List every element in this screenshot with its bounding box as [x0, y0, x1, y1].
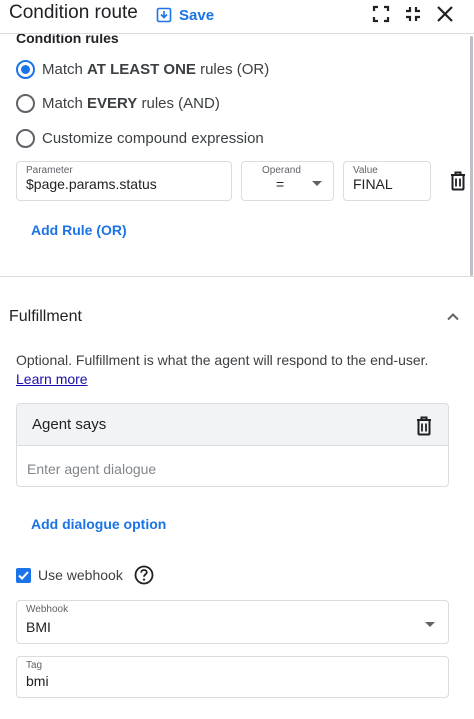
dialog-title: Condition route — [9, 2, 138, 23]
radio-label: Match EVERY rules (AND) — [42, 94, 220, 112]
radio-match-and[interactable]: Match EVERY rules (AND) — [16, 92, 220, 114]
chevron-up-icon[interactable] — [445, 309, 461, 325]
tag-value: bmi — [26, 673, 49, 689]
webhook-value: BMI — [26, 619, 51, 635]
agent-says-card: Agent says Enter agent dialogue — [16, 403, 449, 487]
parameter-label: Parameter — [26, 165, 73, 176]
value-value: FINAL — [353, 176, 393, 192]
radio-button[interactable] — [16, 93, 35, 113]
delete-dialogue-trash-icon[interactable] — [414, 415, 434, 437]
checkmark-icon — [18, 570, 29, 580]
fulfillment-title: Fulfillment — [9, 308, 82, 325]
radio-label: Customize compound expression — [42, 129, 264, 147]
learn-more-link[interactable]: Learn more — [16, 371, 88, 387]
use-webhook-checkbox[interactable] — [16, 567, 31, 583]
operand-value: = — [276, 176, 285, 192]
save-button-label: Save — [179, 6, 215, 24]
dialog-header: Condition route Save — [0, 0, 474, 34]
scrollbar[interactable] — [470, 36, 473, 276]
value-label: Value — [353, 165, 378, 176]
webhook-label: Webhook — [26, 604, 69, 615]
save-icon — [156, 7, 172, 23]
add-dialogue-option-button[interactable]: Add dialogue option — [31, 516, 166, 532]
operand-label: Operand — [262, 165, 301, 176]
fulfillment-description: Optional. Fulfillment is what the agent … — [16, 352, 429, 387]
use-webhook-label: Use webhook — [38, 567, 123, 583]
radio-custom-expression[interactable]: Customize compound expression — [16, 127, 264, 149]
agent-says-header: Agent says — [17, 404, 448, 446]
tag-field[interactable]: Tag bmi — [16, 656, 449, 698]
parameter-field[interactable]: Parameter $page.params.status — [16, 161, 232, 201]
close-icon[interactable] — [434, 3, 456, 25]
chevron-down-icon — [312, 181, 322, 186]
agent-dialogue-input[interactable]: Enter agent dialogue — [27, 461, 156, 477]
value-field[interactable]: Value FINAL — [343, 161, 431, 201]
radio-button[interactable] — [16, 128, 35, 148]
tag-label: Tag — [26, 660, 43, 671]
chevron-down-icon — [425, 622, 435, 627]
radio-button-checked[interactable] — [16, 59, 35, 79]
help-icon[interactable] — [134, 565, 154, 585]
collapse-icon[interactable] — [402, 3, 424, 25]
agent-says-title: Agent says — [32, 416, 107, 433]
fullscreen-icon[interactable] — [370, 3, 392, 25]
radio-label: Match AT LEAST ONE rules (OR) — [42, 60, 270, 78]
operand-select[interactable]: Operand = — [241, 161, 334, 201]
section-divider — [0, 276, 474, 277]
save-button[interactable]: Save — [156, 4, 214, 26]
delete-rule-trash-icon[interactable] — [448, 170, 468, 192]
add-rule-button[interactable]: Add Rule (OR) — [31, 222, 127, 238]
parameter-value: $page.params.status — [26, 176, 157, 192]
radio-match-or[interactable]: Match AT LEAST ONE rules (OR) — [16, 58, 269, 80]
use-webhook-row: Use webhook — [16, 565, 154, 585]
webhook-select[interactable]: Webhook BMI — [16, 600, 449, 644]
